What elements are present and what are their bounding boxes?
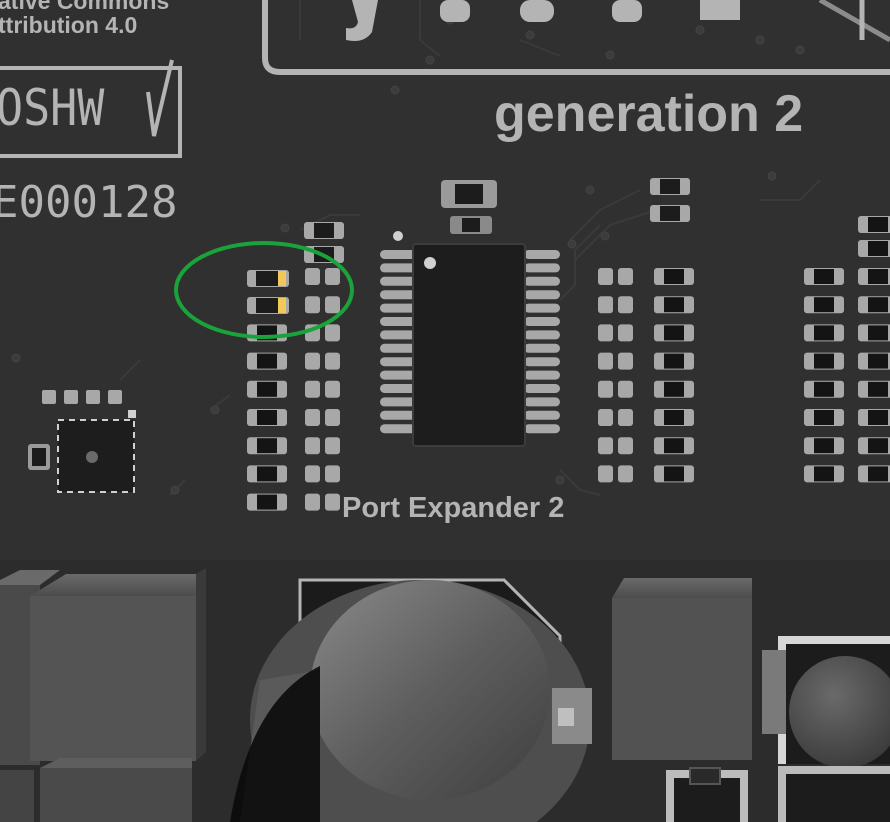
- smd-resistor: [858, 296, 890, 314]
- smd-resistor: [858, 268, 890, 285]
- ic-pin: [380, 410, 416, 420]
- ic-pin: [524, 276, 560, 286]
- smd-resistor: [247, 493, 287, 511]
- smd-resistor: [858, 216, 890, 233]
- fiducial-icon: [393, 231, 403, 241]
- smd-resistor: [804, 268, 844, 285]
- smd-resistor: [650, 178, 690, 195]
- via: [695, 25, 705, 35]
- smd-resistor: [247, 380, 287, 398]
- via: [767, 171, 777, 181]
- smd-resistor: [804, 437, 844, 455]
- smd-resistor: [804, 409, 844, 426]
- smd-resistor: [858, 240, 890, 257]
- ic-pin: [380, 397, 416, 407]
- license-text-line2: ttribution 4.0: [0, 12, 138, 38]
- ic-pin: [524, 424, 560, 434]
- ic-pin: [524, 384, 560, 393]
- smd-resistor: [804, 465, 844, 483]
- smd-resistor: [858, 437, 890, 455]
- via: [280, 223, 290, 233]
- ic-pin: [380, 303, 416, 313]
- smd-resistor: [858, 465, 890, 483]
- smd-resistor: [650, 205, 690, 222]
- via: [600, 231, 610, 241]
- smd-resistor: [858, 409, 890, 426]
- smd-resistor: [654, 296, 694, 314]
- smd-resistor: [654, 437, 694, 455]
- smd-resistor: [804, 380, 844, 398]
- ic-pin: [380, 290, 416, 300]
- ic-pin: [380, 370, 416, 380]
- ic-pin: [380, 250, 416, 259]
- smd-resistor: [247, 437, 287, 455]
- ic-pin: [524, 330, 560, 340]
- ic-pin: [524, 317, 560, 326]
- ic-pin: [380, 357, 416, 367]
- via: [795, 45, 805, 55]
- ic-pin: [380, 330, 416, 340]
- via: [567, 239, 577, 249]
- via: [210, 405, 220, 415]
- oshw-mark: OSHW: [0, 79, 105, 137]
- via: [525, 30, 535, 40]
- smd-resistor: [804, 324, 844, 342]
- ic-pin: [524, 250, 560, 259]
- via: [390, 85, 400, 95]
- smd-resistor: [858, 380, 890, 398]
- ic-pin: [524, 357, 560, 367]
- ic-pin: [524, 410, 560, 420]
- ic-pin: [524, 370, 560, 380]
- smd-resistor: [247, 465, 287, 483]
- smd-resistor: [654, 409, 694, 426]
- via: [11, 353, 21, 363]
- ic-pin: [524, 290, 560, 300]
- via: [755, 35, 765, 45]
- smd-resistor: [804, 296, 844, 314]
- ic-pin: [380, 263, 416, 273]
- connector-right: [762, 636, 890, 822]
- ic-pin: [524, 397, 560, 407]
- smd-resistor: [804, 352, 844, 370]
- ic-pin: [524, 303, 560, 313]
- smd-resistor: [858, 324, 890, 342]
- ic-pin: [380, 276, 416, 286]
- smd-resistor: [304, 222, 344, 239]
- smd-resistor: [247, 352, 287, 370]
- via: [555, 475, 565, 485]
- smd-resistor: [858, 352, 890, 370]
- generation-label: generation 2: [494, 85, 804, 143]
- pcb-render-view: ative Commons ttribution 4.0 OSHW E00012…: [0, 0, 890, 822]
- via: [170, 485, 180, 495]
- smd-resistor: [654, 324, 694, 342]
- ic-pin: [524, 343, 560, 353]
- smd-resistor: [654, 380, 694, 398]
- inductor-left: [0, 568, 206, 765]
- ic-pin: [380, 424, 416, 434]
- smd-resistor: [654, 352, 694, 370]
- oshw-id: E000128: [0, 177, 178, 228]
- via: [425, 55, 435, 65]
- smd-resistor: [247, 409, 287, 426]
- ic-pin: [380, 317, 416, 326]
- ic-pin: [524, 263, 560, 273]
- smd-resistor: [654, 268, 694, 285]
- smd-resistor: [654, 465, 694, 483]
- ic-pin: [380, 343, 416, 353]
- port-expander-label: Port Expander 2: [342, 492, 565, 524]
- via: [605, 50, 615, 60]
- ic-pin: [380, 384, 416, 393]
- via: [585, 185, 595, 195]
